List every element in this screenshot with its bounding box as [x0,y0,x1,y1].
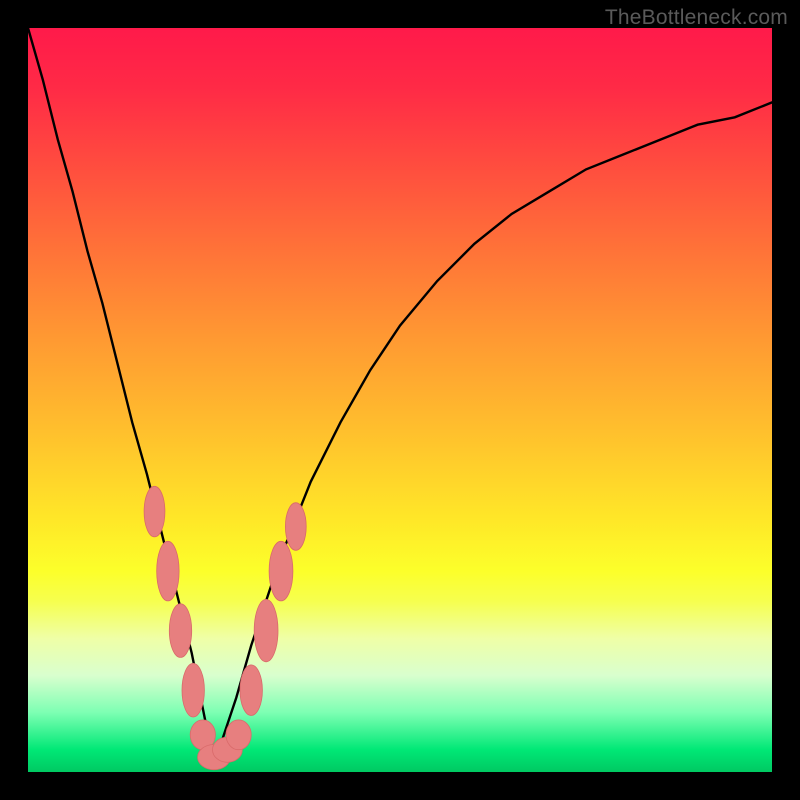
left-cluster-4 [144,486,165,537]
chart-frame: TheBottleneck.com [0,0,800,800]
right-cluster-4 [285,503,306,551]
right-cluster-2 [254,599,278,661]
chart-plot-area [28,28,772,772]
right-cluster-3 [269,541,293,601]
watermark-text: TheBottleneck.com [605,6,788,30]
bottleneck-curve [28,28,772,757]
chart-svg [28,28,772,772]
left-cluster-1 [182,663,204,717]
right-cluster-1 [240,665,262,716]
trough-4 [226,720,251,750]
left-cluster-3 [157,541,179,601]
left-cluster-2 [169,604,191,658]
